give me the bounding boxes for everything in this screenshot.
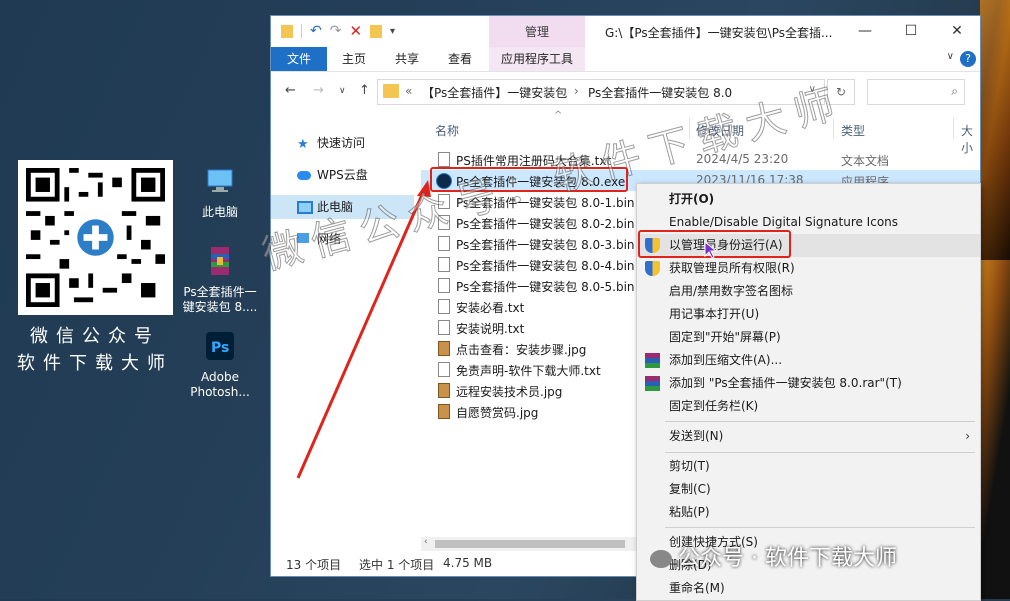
menu-label: 启用/禁用数字签名图标: [669, 284, 794, 298]
menu-label: 复制(C): [669, 482, 711, 496]
uac-shield-icon: [645, 261, 660, 276]
wechat-icon: [650, 550, 672, 568]
menu-item-rename[interactable]: 重命名(M): [637, 577, 980, 600]
mouse-cursor-icon: [704, 241, 718, 259]
menu-label: 获取管理员所有权限(R): [669, 261, 795, 275]
menu-label: 添加到 "Ps全套插件一键安装包 8.0.rar"(T): [669, 376, 902, 390]
menu-separator: [665, 527, 975, 528]
menu-label: 添加到压缩文件(A)...: [669, 353, 783, 367]
menu-label: 重命名(M): [669, 581, 725, 595]
watermark-bottom: 公众号 · 软件下载大师: [650, 540, 897, 572]
menu-label: 用记事本打开(U): [669, 307, 760, 321]
menu-item-take-ownership[interactable]: 获取管理员所有权限(R): [637, 257, 980, 280]
menu-label: 固定到任务栏(K): [669, 399, 759, 413]
menu-item-copy[interactable]: 复制(C): [637, 478, 980, 501]
menu-label: 剪切(T): [669, 459, 710, 473]
menu-label: 发送到(N): [669, 429, 724, 443]
menu-item-add-to-archive[interactable]: 添加到压缩文件(A)...: [637, 349, 980, 372]
menu-item-pin-to-taskbar[interactable]: 固定到任务栏(K): [637, 395, 980, 418]
winrar-icon: [645, 353, 660, 368]
menu-separator: [665, 421, 975, 422]
winrar-icon: [645, 376, 660, 391]
menu-item-cut[interactable]: 剪切(T): [637, 455, 980, 478]
chevron-right-icon: ›: [965, 429, 970, 443]
menu-item-open-with-notepad[interactable]: 用记事本打开(U): [637, 303, 980, 326]
menu-item-open[interactable]: 打开(O): [637, 188, 980, 211]
menu-label: 固定到"开始"屏幕(P): [669, 330, 781, 344]
menu-item-send-to[interactable]: 发送到(N) ›: [637, 425, 980, 448]
watermark-bottom-text: 公众号 · 软件下载大师: [678, 546, 897, 571]
menu-label: 粘贴(P): [669, 505, 710, 519]
menu-item-add-to-rar[interactable]: 添加到 "Ps全套插件一键安装包 8.0.rar"(T): [637, 372, 980, 395]
menu-item-toggle-digital-signature[interactable]: 启用/禁用数字签名图标: [637, 280, 980, 303]
menu-label: 打开(O): [669, 192, 715, 206]
menu-item-pin-to-start[interactable]: 固定到"开始"屏幕(P): [637, 326, 980, 349]
menu-separator: [665, 452, 975, 453]
menu-item-paste[interactable]: 粘贴(P): [637, 501, 980, 524]
